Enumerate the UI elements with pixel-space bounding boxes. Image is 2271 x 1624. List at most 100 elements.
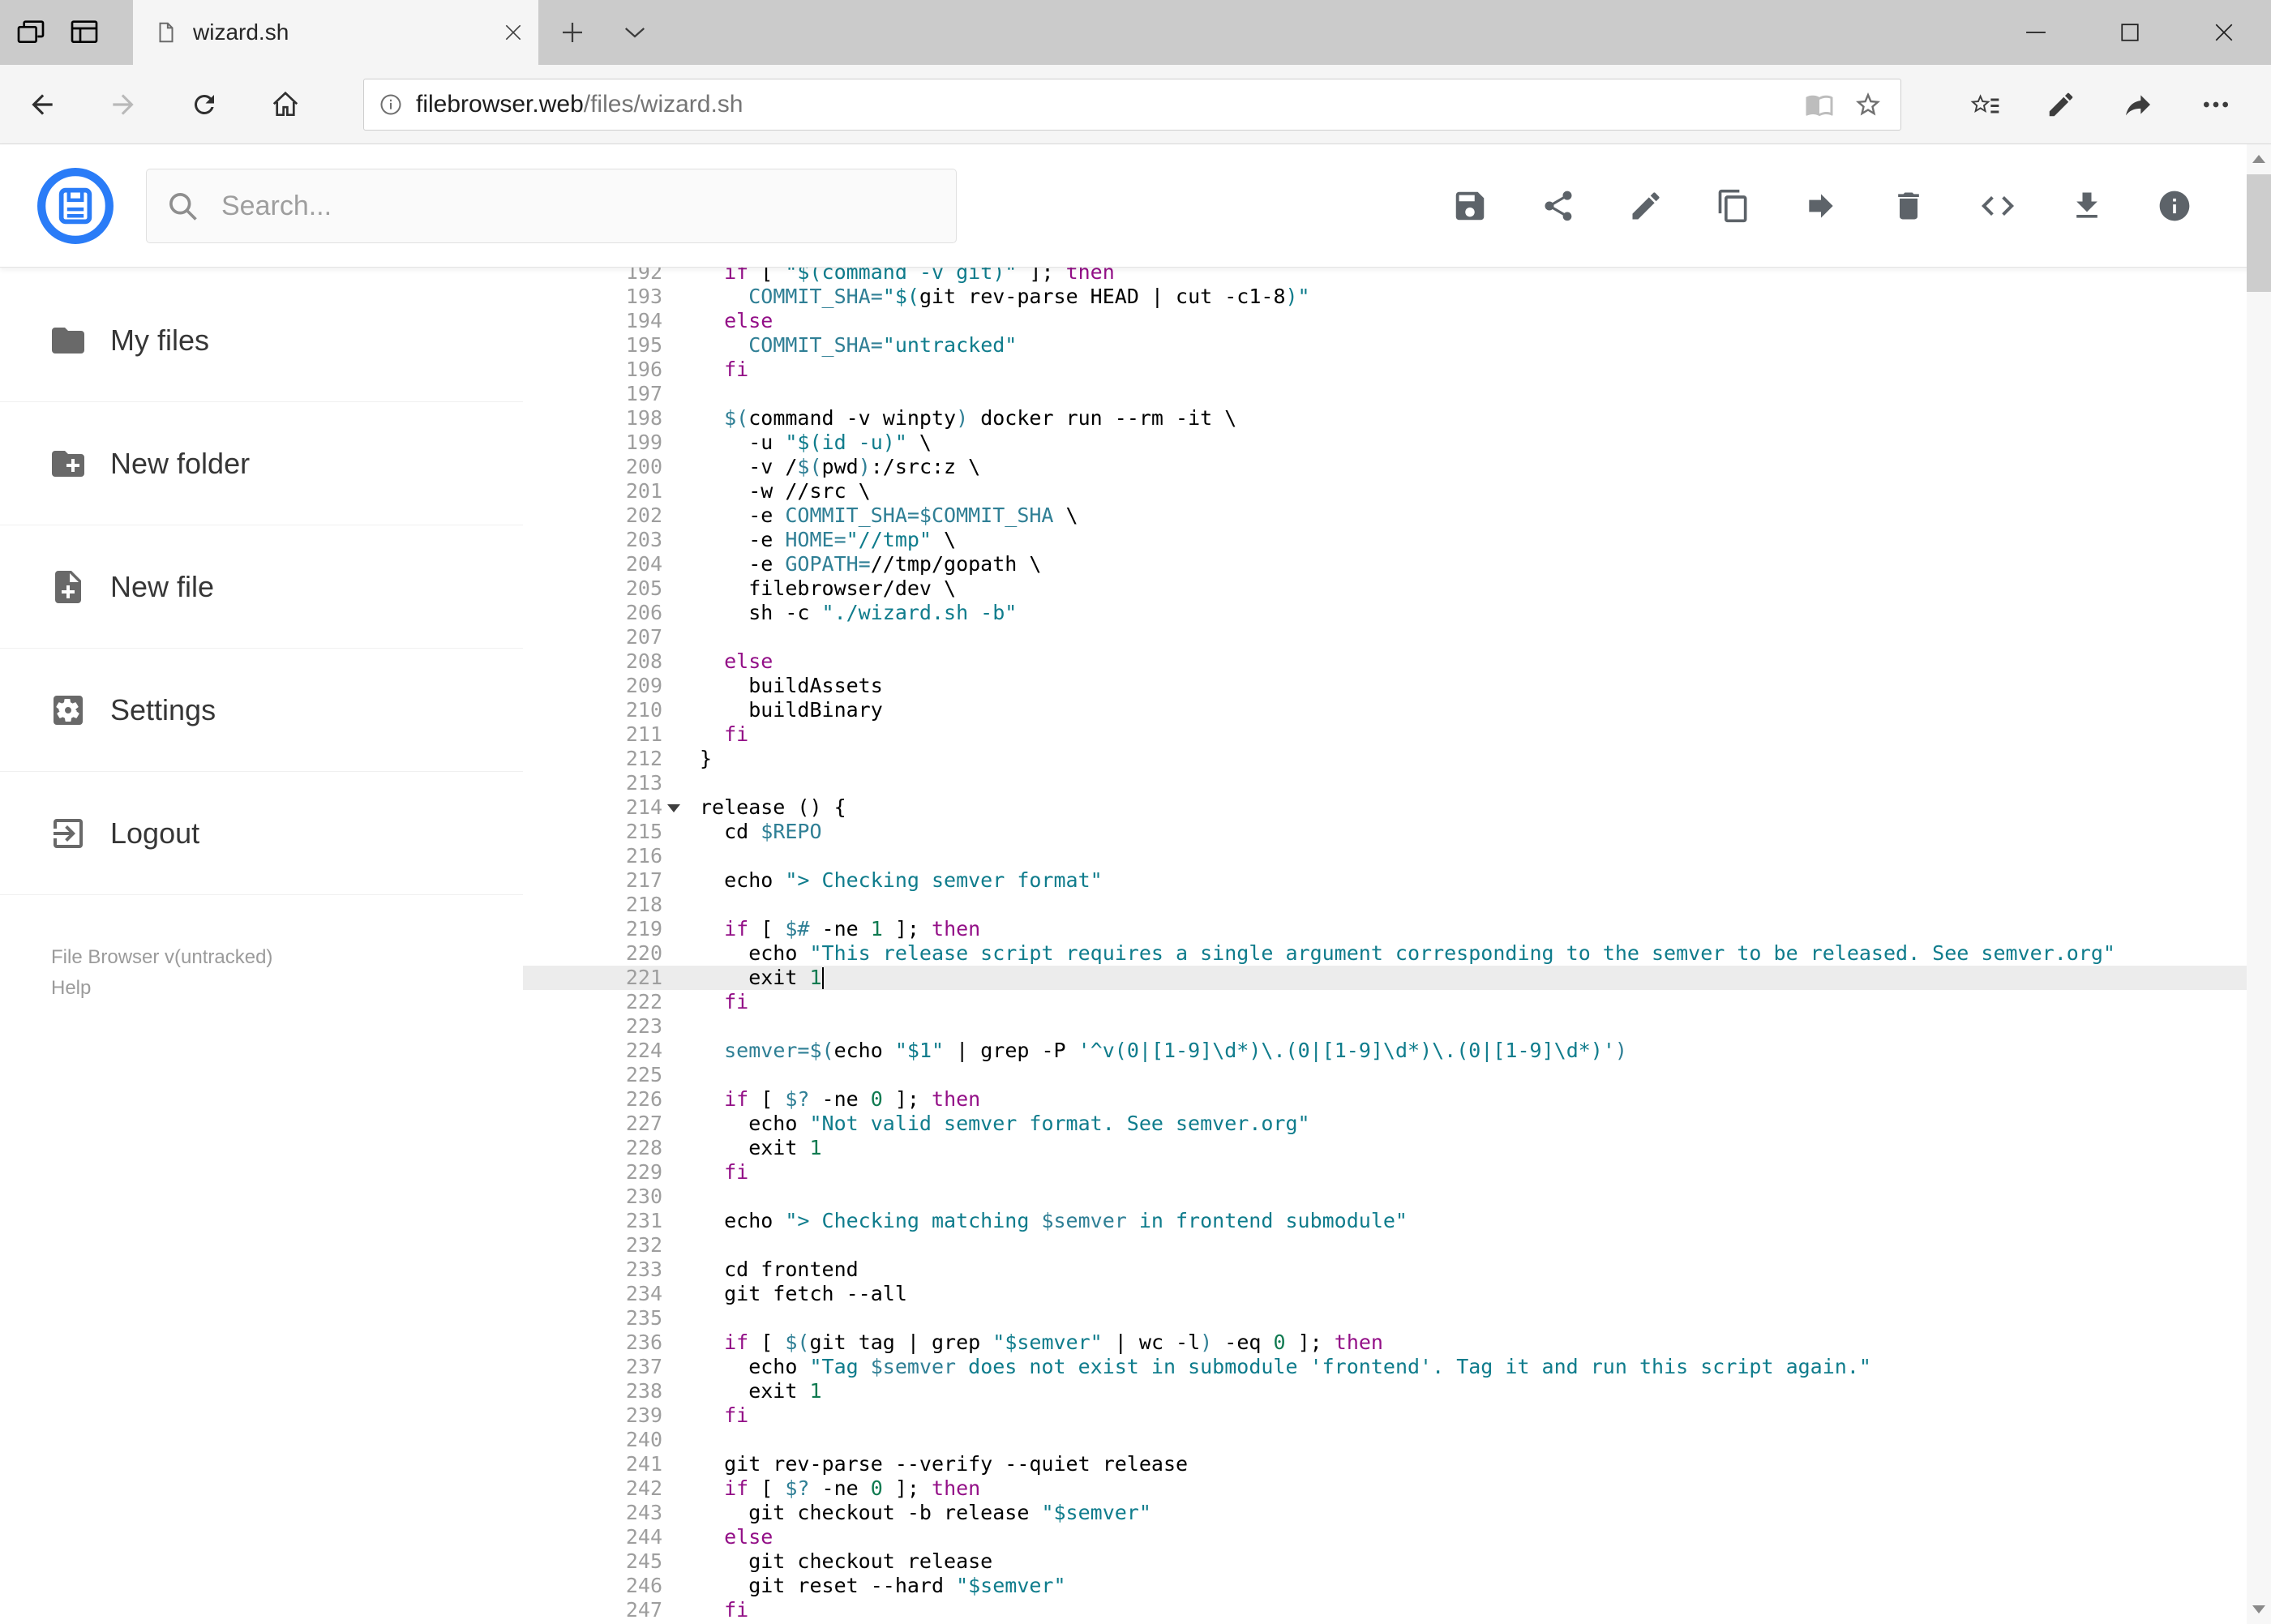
code-editor[interactable]: 192 if [ "$(command -v git)" ]; then 193 …	[523, 268, 2247, 1624]
refresh-button[interactable]	[174, 74, 235, 135]
code-line[interactable]: 225	[523, 1063, 2247, 1087]
code-line[interactable]: 208 else	[523, 649, 2247, 674]
code-line[interactable]: 234 git fetch --all	[523, 1282, 2247, 1306]
site-info-icon[interactable]	[379, 92, 403, 117]
code-line[interactable]: 205 filebrowser/dev \	[523, 576, 2247, 601]
code-line[interactable]: 192 if [ "$(command -v git)" ]; then	[523, 268, 2247, 285]
scroll-up-icon[interactable]	[2247, 144, 2271, 174]
code-line[interactable]: 212}	[523, 747, 2247, 771]
code-line[interactable]: 241 git rev-parse --verify --quiet relea…	[523, 1452, 2247, 1476]
code-line[interactable]: 232	[523, 1233, 2247, 1258]
code-line[interactable]: 198 $(command -v winpty) docker run --rm…	[523, 406, 2247, 431]
code-line[interactable]: 243 git checkout -b release "$semver"	[523, 1501, 2247, 1525]
move-button[interactable]	[1803, 188, 1839, 224]
hub-favorites-icon[interactable]	[1968, 88, 2000, 121]
code-line[interactable]: 214 release () {	[523, 795, 2247, 820]
code-line[interactable]: 196 fi	[523, 358, 2247, 382]
code-line[interactable]: 209 buildAssets	[523, 674, 2247, 698]
code-line[interactable]: 223	[523, 1014, 2247, 1039]
code-line[interactable]: 202 -e COMMIT_SHA=$COMMIT_SHA \	[523, 503, 2247, 528]
minimize-button[interactable]	[1989, 0, 2083, 65]
code-line[interactable]: 237 echo "Tag $semver does not exist in …	[523, 1355, 2247, 1379]
code-line[interactable]: 200 -v /$(pwd):/src:z \	[523, 455, 2247, 479]
code-line[interactable]: 244 else	[523, 1525, 2247, 1549]
tabs-set-aside-icon[interactable]	[15, 16, 47, 49]
code-line[interactable]: 236 if [ $(git tag | grep "$semver" | wc…	[523, 1330, 2247, 1355]
sidebar-item-settings[interactable]: Settings	[0, 649, 523, 772]
sidebar-item-new-folder[interactable]: New folder	[0, 402, 523, 525]
code-line[interactable]: 228 exit 1	[523, 1136, 2247, 1160]
sidebar-item-my-files[interactable]: My files	[0, 279, 523, 402]
scroll-down-icon[interactable]	[2247, 1595, 2271, 1624]
code-line[interactable]: 197	[523, 382, 2247, 406]
web-note-pen-icon[interactable]	[2046, 89, 2076, 120]
code-line[interactable]: 229 fi	[523, 1160, 2247, 1185]
code-line[interactable]: 220 echo "This release script requires a…	[523, 941, 2247, 966]
rename-edit-button[interactable]	[1628, 188, 1664, 224]
sidebar-item-logout[interactable]: Logout	[0, 772, 523, 895]
scrollbar-thumb[interactable]	[2247, 174, 2271, 292]
delete-button[interactable]	[1891, 188, 1926, 224]
code-line[interactable]: 216	[523, 844, 2247, 868]
code-line[interactable]: 231 echo "> Checking matching $semver in…	[523, 1209, 2247, 1233]
share-icon[interactable]	[2122, 88, 2154, 121]
code-line[interactable]: 235	[523, 1306, 2247, 1330]
code-line[interactable]: 240	[523, 1428, 2247, 1452]
tab-close-icon[interactable]	[503, 22, 524, 43]
code-line[interactable]: 218	[523, 893, 2247, 917]
code-line[interactable]: 206 sh -c "./wizard.sh -b"	[523, 601, 2247, 625]
copy-button[interactable]	[1716, 188, 1751, 224]
more-options-icon[interactable]	[2200, 88, 2232, 121]
code-line[interactable]: 221 exit 1	[523, 966, 2247, 990]
save-button[interactable]	[1451, 187, 1489, 225]
code-line[interactable]: 193 COMMIT_SHA="$(git rev-parse HEAD | c…	[523, 285, 2247, 309]
code-line[interactable]: 217 echo "> Checking semver format"	[523, 868, 2247, 893]
code-line[interactable]: 207	[523, 625, 2247, 649]
vertical-scrollbar[interactable]	[2247, 144, 2271, 1624]
code-line[interactable]: 238 exit 1	[523, 1379, 2247, 1403]
code-line[interactable]: 224 semver=$(echo "$1" | grep -P '^v(0|[…	[523, 1039, 2247, 1063]
search-box[interactable]	[146, 169, 957, 243]
code-view-button[interactable]	[1978, 186, 2017, 225]
code-line[interactable]: 215 cd $REPO	[523, 820, 2247, 844]
code-line[interactable]: 247 fi	[523, 1598, 2247, 1622]
code-line[interactable]: 199 -u "$(id -u)" \	[523, 431, 2247, 455]
filebrowser-logo-icon[interactable]	[36, 166, 115, 246]
tab-previews-chevron-icon[interactable]	[623, 24, 647, 43]
code-line[interactable]: 203 -e HOME="//tmp" \	[523, 528, 2247, 552]
info-button[interactable]	[2157, 188, 2192, 224]
code-line[interactable]: 230	[523, 1185, 2247, 1209]
sidebar-item-new-file[interactable]: New file	[0, 525, 523, 649]
code-line[interactable]: 210 buildBinary	[523, 698, 2247, 722]
browser-tab[interactable]: wizard.sh	[133, 0, 538, 65]
reading-view-icon[interactable]	[1805, 90, 1834, 119]
code-line[interactable]: 201 -w //src \	[523, 479, 2247, 503]
share-file-button[interactable]	[1540, 188, 1576, 224]
code-line[interactable]: 226 if [ $? -ne 0 ]; then	[523, 1087, 2247, 1112]
url-bar[interactable]: filebrowser.web/files/wizard.sh	[363, 78, 1901, 131]
code-line[interactable]: 219 if [ $# -ne 1 ]; then	[523, 917, 2247, 941]
close-window-button[interactable]	[2177, 0, 2271, 65]
fold-marker-icon[interactable]	[667, 804, 680, 812]
code-line[interactable]: 242 if [ $? -ne 0 ]; then	[523, 1476, 2247, 1501]
code-line[interactable]: 246 git reset --hard "$semver"	[523, 1574, 2247, 1598]
code-line[interactable]: 222 fi	[523, 990, 2247, 1014]
home-button[interactable]	[255, 74, 316, 135]
maximize-button[interactable]	[2083, 0, 2177, 65]
download-button[interactable]	[2069, 188, 2105, 224]
back-button[interactable]	[11, 74, 73, 135]
code-line[interactable]: 239 fi	[523, 1403, 2247, 1428]
code-line[interactable]: 227 echo "Not valid semver format. See s…	[523, 1112, 2247, 1136]
search-input[interactable]	[220, 189, 920, 223]
new-tab-button[interactable]	[558, 18, 587, 49]
code-line[interactable]: 213	[523, 771, 2247, 795]
tab-preview-icon[interactable]	[68, 16, 101, 49]
code-line[interactable]: 195 COMMIT_SHA="untracked"	[523, 333, 2247, 358]
code-line[interactable]: 204 -e GOPATH=//tmp/gopath \	[523, 552, 2247, 576]
code-line[interactable]: 233 cd frontend	[523, 1258, 2247, 1282]
code-line[interactable]: 194 else	[523, 309, 2247, 333]
code-line[interactable]: 211 fi	[523, 722, 2247, 747]
forward-button[interactable]	[92, 74, 154, 135]
code-line[interactable]: 245 git checkout release	[523, 1549, 2247, 1574]
help-link[interactable]: Help	[51, 973, 523, 1004]
